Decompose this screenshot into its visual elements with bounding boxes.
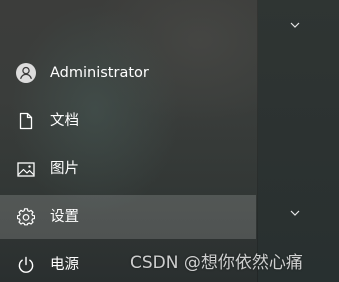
gear-icon [15, 206, 37, 228]
pane-divider [257, 0, 258, 282]
menu-item-settings[interactable]: 设置 [0, 195, 256, 239]
menu-item-label: Administrator [50, 65, 149, 81]
chevron-down-icon[interactable] [287, 205, 303, 221]
menu-item-label: 电源 [50, 257, 79, 273]
power-icon [15, 254, 37, 276]
user-avatar-icon [15, 62, 37, 84]
menu-item-label: 图片 [50, 161, 79, 177]
watermark-text: CSDN @想你依然心痛 [130, 253, 303, 273]
start-menu-tiles-pane [258, 0, 339, 282]
picture-icon [15, 158, 37, 180]
menu-item-label: 设置 [50, 209, 79, 225]
menu-item-user-account[interactable]: Administrator [0, 51, 256, 95]
document-icon [15, 110, 37, 132]
chevron-down-icon[interactable] [287, 17, 303, 33]
menu-item-label: 文档 [50, 113, 79, 129]
menu-item-pictures[interactable]: 图片 [0, 147, 256, 191]
menu-item-documents[interactable]: 文档 [0, 99, 256, 143]
start-menu-screenshot: Administrator 文档 图片 设置 电源 CSDN @想你依然心痛 [0, 0, 339, 282]
